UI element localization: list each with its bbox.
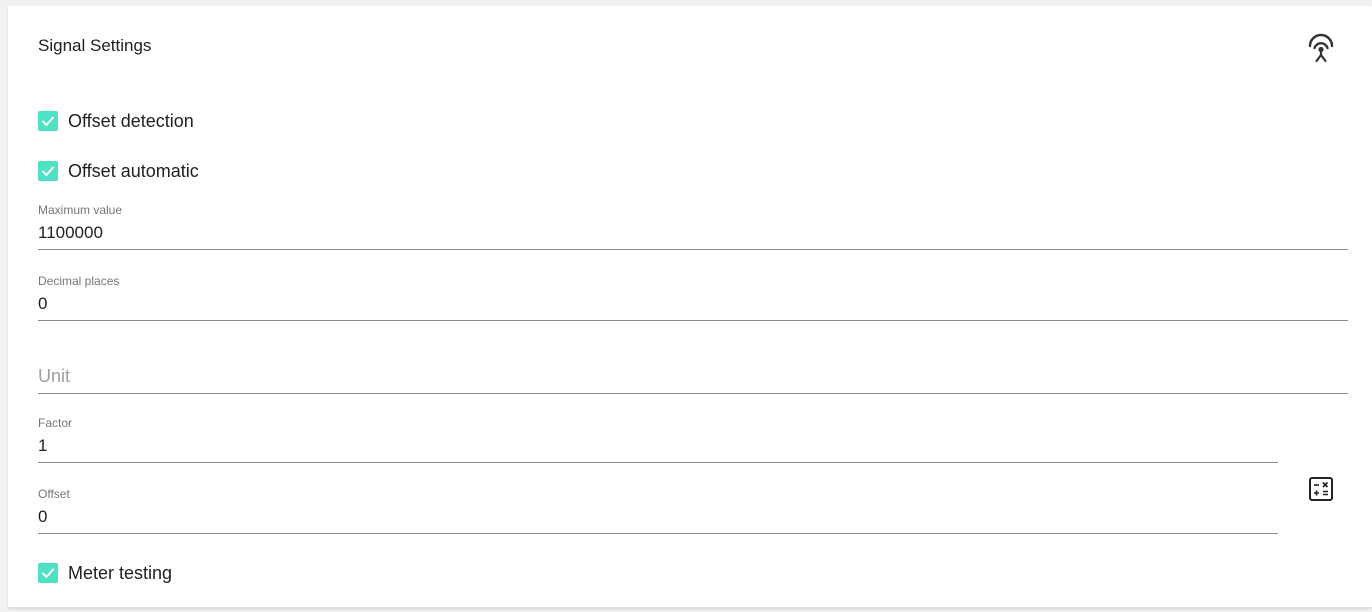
maximum-value-label: Maximum value: [38, 203, 123, 217]
unit-underline: [38, 393, 1348, 394]
offset-automatic-checkbox[interactable]: Offset automatic: [38, 160, 199, 182]
signal-settings-card: Signal Settings Offset detection Offset …: [8, 6, 1372, 608]
decimal-places-field: Decimal places 0: [38, 274, 1348, 321]
check-icon[interactable]: [38, 563, 58, 583]
unit-input[interactable]: Unit: [38, 365, 1348, 387]
maximum-value-underline: [38, 249, 1348, 250]
decimal-places-underline: [38, 320, 1348, 321]
factor-label: Factor: [38, 416, 73, 430]
offset-label: Offset: [38, 487, 70, 501]
offset-input[interactable]: 0: [38, 506, 1278, 528]
offset-field: Offset 0: [38, 487, 1278, 534]
maximum-value-field: Maximum value 1100000: [38, 203, 1348, 250]
meter-testing-label: Meter testing: [68, 562, 173, 583]
card-divider: [8, 607, 1372, 608]
decimal-places-input[interactable]: 0: [38, 293, 1348, 315]
offset-detection-label: Offset detection: [68, 110, 194, 131]
offset-automatic-label: Offset automatic: [68, 160, 199, 181]
offset-detection-checkbox[interactable]: Offset detection: [38, 110, 194, 132]
factor-underline: [38, 462, 1278, 463]
unit-field: Unit: [38, 365, 1348, 394]
factor-input[interactable]: 1: [38, 435, 1278, 457]
check-icon[interactable]: [38, 161, 58, 181]
card-title: Signal Settings: [38, 36, 152, 55]
check-icon[interactable]: [38, 111, 58, 131]
offset-underline: [38, 533, 1278, 534]
decimal-places-label: Decimal places: [38, 274, 120, 288]
calculator-icon[interactable]: [1308, 476, 1334, 502]
maximum-value-input[interactable]: 1100000: [38, 222, 1348, 244]
meter-testing-checkbox[interactable]: Meter testing: [38, 562, 172, 584]
signal-antenna-icon[interactable]: [1305, 33, 1337, 65]
factor-field: Factor 1: [38, 416, 1278, 463]
